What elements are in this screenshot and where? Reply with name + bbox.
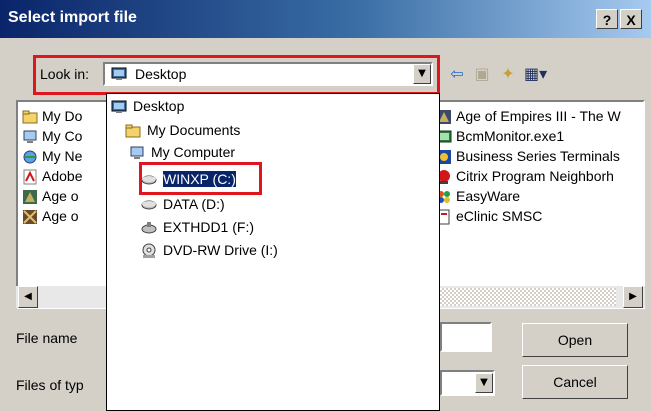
list-item[interactable]: Age o xyxy=(22,186,114,206)
list-item[interactable]: BcmMonitor.exe1 xyxy=(436,126,643,146)
network-icon xyxy=(23,150,37,164)
help-button[interactable]: ? xyxy=(596,9,618,29)
winxp-highlight-box xyxy=(139,162,262,195)
game-shortcut-icon xyxy=(23,210,37,225)
computer-icon xyxy=(23,130,37,144)
list-item[interactable]: Adobe xyxy=(22,166,114,186)
desktop-icon xyxy=(111,100,127,114)
dropdown-item-exthdd1-f[interactable]: EXTHDD1 (F:) xyxy=(141,217,254,237)
dropdown-item-data-d[interactable]: DATA (D:) xyxy=(141,194,225,214)
look-in-dropdown-list[interactable]: Desktop My Documents My Computer WINXP (… xyxy=(106,93,440,411)
back-arrow-icon[interactable]: ⇦ xyxy=(447,64,467,84)
list-item[interactable]: My Ne xyxy=(22,146,114,166)
new-folder-icon[interactable]: ✦ xyxy=(498,64,518,84)
file-name-field[interactable] xyxy=(440,322,492,352)
list-item[interactable]: Citrix Program Neighborh xyxy=(436,166,643,186)
file-type-dropdown-arrow[interactable]: ▼ xyxy=(475,373,493,393)
dropdown-item-my-documents[interactable]: My Documents xyxy=(125,120,240,140)
list-item[interactable]: Age o xyxy=(22,206,114,226)
list-item[interactable]: Age of Empires III - The W xyxy=(436,106,643,126)
dialog-title: Select import file xyxy=(8,9,137,26)
title-bar: Select import file ? X xyxy=(0,0,651,38)
list-item[interactable]: EasyWare xyxy=(436,186,643,206)
file-type-select[interactable]: ▼ xyxy=(440,370,495,396)
file-name-label: File name xyxy=(16,330,78,346)
list-item[interactable]: My Co xyxy=(22,126,114,146)
scroll-right-icon[interactable]: ▶ xyxy=(623,286,643,308)
list-item[interactable]: eClinic SMSC xyxy=(436,206,643,226)
hard-drive-icon xyxy=(141,200,157,210)
select-import-file-dialog: Select import file ? X Look in: Desktop … xyxy=(0,0,651,411)
file-type-label: Files of typ xyxy=(16,377,84,393)
dropdown-item-my-computer[interactable]: My Computer xyxy=(129,142,235,162)
dropdown-item-desktop[interactable]: Desktop xyxy=(111,96,184,116)
folder-documents-icon xyxy=(125,124,141,138)
pdf-shortcut-icon xyxy=(23,169,37,185)
open-button[interactable]: Open xyxy=(522,323,628,357)
list-item[interactable]: Business Series Terminals xyxy=(436,146,643,166)
dropdown-item-dvd-rw-i[interactable]: DVD-RW Drive (I:) xyxy=(141,240,278,260)
cancel-button[interactable]: Cancel xyxy=(522,365,628,399)
scroll-left-icon[interactable]: ◀ xyxy=(18,286,38,308)
look-in-highlight-box xyxy=(33,55,440,95)
view-menu-icon[interactable]: ▦▾ xyxy=(524,64,547,84)
close-button[interactable]: X xyxy=(620,9,642,29)
folder-documents-icon xyxy=(22,110,38,124)
up-folder-icon[interactable]: ▣ xyxy=(472,64,492,84)
dvd-drive-icon xyxy=(142,243,156,259)
list-item[interactable]: My Do xyxy=(22,106,114,126)
game-shortcut-icon xyxy=(23,190,37,205)
hard-drive-icon xyxy=(141,222,157,234)
computer-icon xyxy=(130,146,144,160)
